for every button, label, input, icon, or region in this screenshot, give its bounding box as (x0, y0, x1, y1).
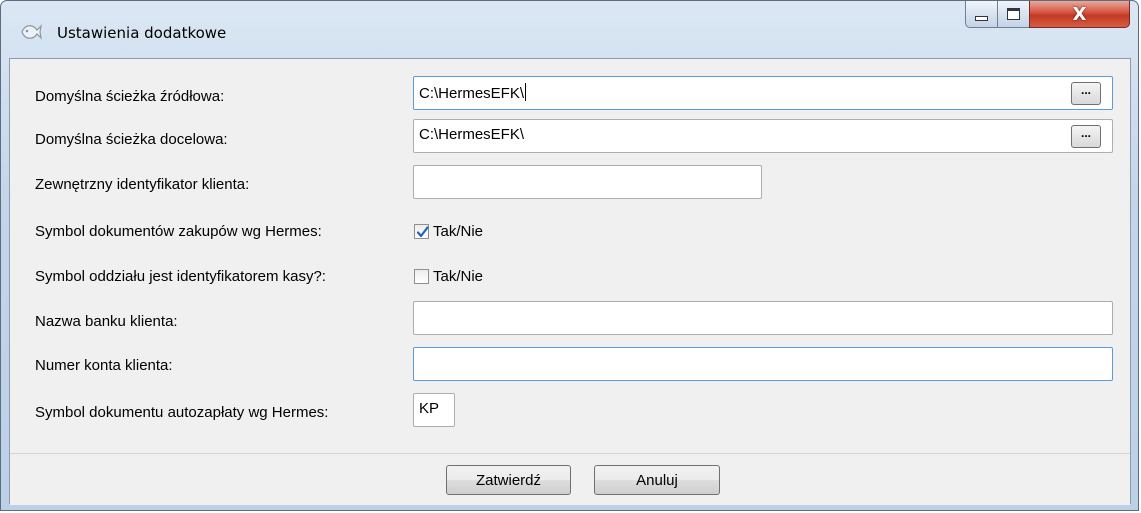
account-number-label: Numer konta klienta: (35, 357, 173, 374)
window-title: Ustawienia dodatkowe (57, 24, 227, 42)
minimize-button[interactable] (965, 1, 998, 28)
client-id-label: Zewnętrzny identyfikator klienta: (35, 176, 250, 193)
source-path-value: C:\HermesEFK\ (419, 85, 525, 102)
checkmark-icon (416, 226, 429, 238)
cancel-button[interactable]: Anuluj (594, 465, 720, 495)
confirm-button[interactable]: Zatwierdź (446, 465, 571, 495)
close-button[interactable]: X (1029, 1, 1130, 28)
bank-name-input[interactable] (413, 301, 1113, 335)
close-icon: X (1072, 3, 1087, 25)
purchase-symbol-label: Symbol dokumentów zakupów wg Hermes: (35, 223, 322, 240)
branch-symbol-checkbox-row[interactable]: Tak/Nie (414, 268, 483, 285)
autopay-symbol-label: Symbol dokumentu autozapłaty wg Hermes: (35, 404, 329, 421)
target-path-label: Domyślna ścieżka docelowa: (35, 131, 228, 148)
purchase-symbol-checkbox-row[interactable]: Tak/Nie (414, 223, 483, 240)
branch-symbol-checkbox-label: Tak/Nie (433, 268, 484, 285)
purchase-symbol-checkbox-label: Tak/Nie (433, 223, 484, 240)
branch-symbol-checkbox[interactable] (414, 269, 429, 284)
minimize-icon (975, 15, 988, 21)
client-id-input[interactable] (413, 165, 762, 199)
maximize-button[interactable] (997, 1, 1030, 28)
text-caret (525, 83, 527, 101)
autopay-symbol-value: KP (419, 400, 440, 417)
autopay-symbol-input[interactable]: KP (413, 393, 455, 427)
maximize-icon (1007, 8, 1020, 20)
source-path-label: Domyślna ścieżka źródłowa: (35, 88, 225, 105)
branch-symbol-label: Symbol oddziału jest identyfikatorem kas… (35, 268, 326, 285)
fish-app-icon (19, 21, 43, 43)
dialog-window: Ustawienia dodatkowe X Domyślna ścieżka … (0, 0, 1139, 511)
source-path-input[interactable]: C:\HermesEFK\ (413, 76, 1113, 110)
target-path-input[interactable]: C:\HermesEFK\ (413, 119, 1113, 153)
purchase-symbol-checkbox[interactable] (414, 224, 429, 239)
account-number-input[interactable] (413, 347, 1113, 381)
dialog-content: Domyślna ścieżka źródłowa: C:\HermesEFK\… (9, 58, 1131, 505)
source-path-browse-button[interactable]: ... (1071, 82, 1101, 105)
title-bar[interactable]: Ustawienia dodatkowe X (1, 1, 1138, 59)
target-path-browse-button[interactable]: ... (1071, 125, 1101, 148)
dialog-footer: Zatwierdź Anuluj (10, 453, 1130, 505)
target-path-value: C:\HermesEFK\ (419, 126, 525, 143)
bank-name-label: Nazwa banku klienta: (35, 313, 178, 330)
